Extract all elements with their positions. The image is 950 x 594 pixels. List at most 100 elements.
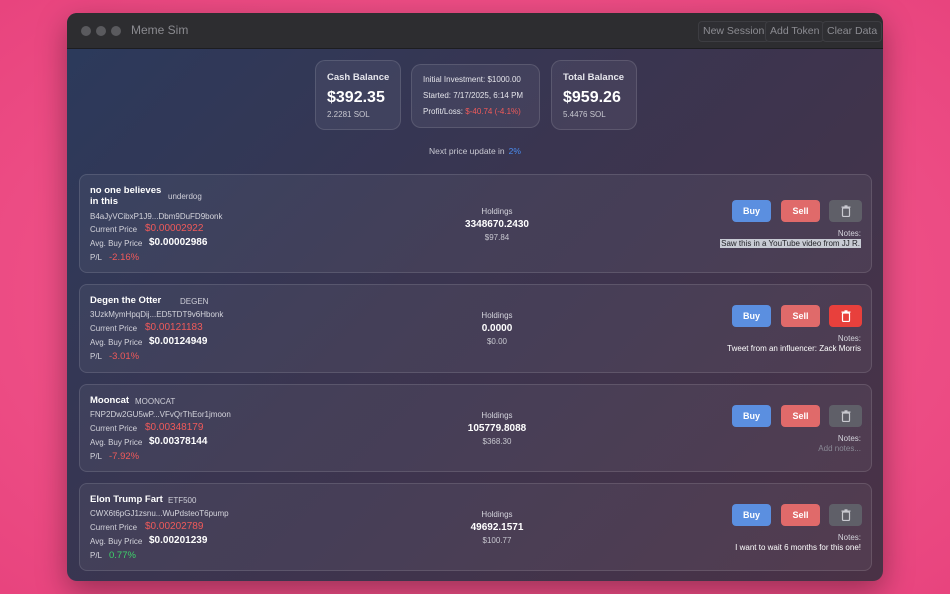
buy-button[interactable]: Buy bbox=[732, 200, 771, 222]
token-card: Elon Trump Fart ETF500 CWX6t6pGJ1zsnu...… bbox=[79, 483, 872, 571]
avg-buy-price-label: Avg. Buy Price bbox=[90, 537, 143, 546]
pl-label: P/L bbox=[90, 352, 103, 361]
delete-token-button[interactable] bbox=[829, 305, 862, 327]
profit-loss-label: Profit/Loss: bbox=[423, 107, 464, 116]
buy-button[interactable]: Buy bbox=[732, 305, 771, 327]
buy-button[interactable]: Buy bbox=[732, 405, 771, 427]
total-balance-label: Total Balance bbox=[563, 72, 625, 83]
sell-button[interactable]: Sell bbox=[781, 405, 820, 427]
notes-label: Notes: bbox=[837, 533, 861, 542]
cash-balance-card: Cash Balance $392.35 2.2281 SOL bbox=[315, 60, 401, 130]
started-date: Started: 7/17/2025, 6:14 PM bbox=[423, 91, 524, 100]
delete-token-button[interactable] bbox=[829, 405, 862, 427]
holdings-amount: 0.0000 bbox=[481, 323, 513, 334]
holdings-value: $368.30 bbox=[482, 437, 512, 446]
trash-icon bbox=[841, 310, 850, 323]
token-address: B4aJyVCibxP1J9...Dbm9DuFD9bonk bbox=[90, 212, 223, 221]
token-address: 3UzkMymHpqDij...ED5TDT9v6Hbonk bbox=[90, 310, 224, 319]
notes-label: Notes: bbox=[837, 434, 861, 443]
total-balance-value: $959.26 bbox=[563, 89, 621, 106]
token-card: Mooncat MOONCAT FNP2Dw2GU5wP...VFvQrThEo… bbox=[79, 384, 872, 472]
notes-text[interactable]: Tweet from an influencer: Zack Morris bbox=[727, 344, 861, 353]
new-session-button[interactable]: New Session bbox=[698, 21, 770, 42]
buy-button[interactable]: Buy bbox=[732, 504, 771, 526]
holdings-label: Holdings bbox=[481, 311, 513, 320]
avg-buy-price-value: $0.00201239 bbox=[149, 535, 208, 546]
cash-balance-value: $392.35 bbox=[327, 89, 385, 106]
app-title: Meme Sim bbox=[131, 23, 189, 37]
token-name: no one believes in this bbox=[90, 185, 162, 207]
avg-buy-price-value: $0.00002986 bbox=[149, 237, 208, 248]
add-token-button[interactable]: Add Token bbox=[765, 21, 825, 42]
token-symbol: ETF500 bbox=[168, 496, 197, 505]
current-price-value: $0.00348179 bbox=[145, 422, 204, 433]
holdings-value: $0.00 bbox=[486, 337, 508, 346]
total-balance-card: Total Balance $959.26 5.4476 SOL bbox=[551, 60, 637, 130]
next-update-text: Next price update in 2% bbox=[67, 146, 883, 156]
holdings-amount: 105779.8088 bbox=[467, 423, 527, 434]
token-name: Degen the Otter bbox=[90, 295, 162, 306]
profit-loss-value: $-40.74 (-4.1%) bbox=[465, 107, 521, 116]
token-symbol: underdog bbox=[168, 192, 202, 201]
holdings-value: $97.84 bbox=[484, 233, 510, 242]
trash-icon bbox=[841, 205, 850, 218]
notes-text[interactable]: I want to wait 6 months for this one! bbox=[735, 543, 861, 552]
clear-data-button[interactable]: Clear Data bbox=[822, 21, 883, 42]
holdings-value: $100.77 bbox=[482, 536, 512, 545]
next-update-percent: 2% bbox=[508, 146, 521, 156]
app-window: Meme Sim New Session Add Token Clear Dat… bbox=[67, 13, 883, 581]
current-price-label: Current Price bbox=[90, 324, 138, 333]
pl-label: P/L bbox=[90, 253, 103, 262]
current-price-label: Current Price bbox=[90, 424, 138, 433]
token-address: CWX6t6pGJ1zsnu...WuPdsteoT6pump bbox=[90, 509, 229, 518]
sell-button[interactable]: Sell bbox=[781, 305, 820, 327]
zoom-window-button[interactable] bbox=[111, 26, 121, 36]
investment-card: Initial Investment: $1000.00 Started: 7/… bbox=[411, 64, 540, 128]
token-address: FNP2Dw2GU5wP...VFvQrThEor1jmoon bbox=[90, 410, 231, 419]
delete-token-button[interactable] bbox=[829, 504, 862, 526]
sell-button[interactable]: Sell bbox=[781, 200, 820, 222]
token-card: no one believes in this underdog B4aJyVC… bbox=[79, 174, 872, 273]
avg-buy-price-value: $0.00378144 bbox=[149, 436, 208, 447]
avg-buy-price-label: Avg. Buy Price bbox=[90, 338, 143, 347]
token-card: Degen the Otter DEGEN 3UzkMymHpqDij...ED… bbox=[79, 284, 872, 373]
pl-value: -2.16% bbox=[109, 252, 140, 263]
trash-icon bbox=[841, 509, 850, 522]
avg-buy-price-label: Avg. Buy Price bbox=[90, 239, 143, 248]
current-price-value: $0.00121183 bbox=[145, 322, 203, 333]
pl-value: -3.01% bbox=[109, 351, 140, 362]
delete-token-button[interactable] bbox=[829, 200, 862, 222]
cash-balance-label: Cash Balance bbox=[327, 72, 390, 83]
holdings-label: Holdings bbox=[481, 411, 513, 420]
pl-value: -7.92% bbox=[109, 451, 140, 462]
notes-text[interactable]: Saw this in a YouTube video from JJ R. bbox=[720, 239, 861, 248]
next-update-label: Next price update in bbox=[429, 146, 505, 156]
pl-value: 0.77% bbox=[109, 550, 136, 561]
holdings-amount: 49692.1571 bbox=[470, 522, 524, 533]
sell-button[interactable]: Sell bbox=[781, 504, 820, 526]
current-price-value: $0.00202789 bbox=[145, 521, 204, 532]
token-name: Mooncat bbox=[90, 395, 130, 406]
total-balance-sol: 5.4476 SOL bbox=[563, 110, 606, 119]
minimize-window-button[interactable] bbox=[96, 26, 106, 36]
holdings-label: Holdings bbox=[481, 207, 513, 216]
notes-text[interactable]: Add notes... bbox=[818, 444, 861, 453]
token-name: Elon Trump Fart bbox=[90, 494, 163, 505]
holdings-amount: 3348670.2430 bbox=[465, 219, 529, 230]
titlebar: Meme Sim New Session Add Token Clear Dat… bbox=[67, 13, 883, 49]
avg-buy-price-value: $0.00124949 bbox=[149, 336, 208, 347]
notes-label: Notes: bbox=[837, 229, 861, 238]
current-price-label: Current Price bbox=[90, 225, 138, 234]
trash-icon bbox=[841, 410, 850, 423]
current-price-label: Current Price bbox=[90, 523, 138, 532]
token-symbol: DEGEN bbox=[180, 297, 209, 306]
profit-loss-row: Profit/Loss: $-40.74 (-4.1%) bbox=[423, 107, 521, 116]
pl-label: P/L bbox=[90, 551, 103, 560]
notes-label: Notes: bbox=[837, 334, 861, 343]
close-window-button[interactable] bbox=[81, 26, 91, 36]
initial-investment: Initial Investment: $1000.00 bbox=[423, 75, 521, 84]
holdings-label: Holdings bbox=[481, 510, 513, 519]
cash-balance-sol: 2.2281 SOL bbox=[327, 110, 370, 119]
pl-label: P/L bbox=[90, 452, 103, 461]
avg-buy-price-label: Avg. Buy Price bbox=[90, 438, 143, 447]
